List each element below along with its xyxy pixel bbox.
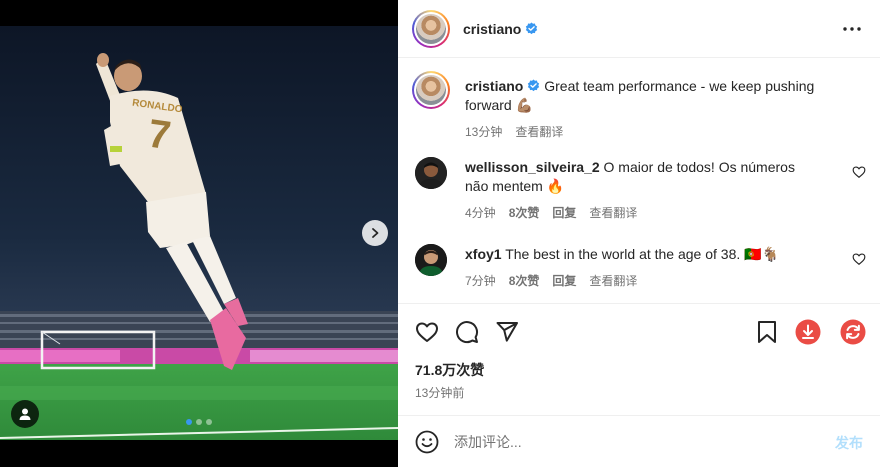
verified-badge-icon <box>528 79 540 92</box>
comments-list: cristiano Great team performance - we ke… <box>398 59 880 304</box>
comment-translate-link[interactable]: 查看翻译 <box>589 272 637 291</box>
chevron-right-icon <box>372 228 379 238</box>
comment-time[interactable]: 7分钟 <box>465 272 496 291</box>
post-photo: RONALDO 7 <box>0 26 398 440</box>
refresh-icon <box>840 319 866 345</box>
comment-likes[interactable]: 8次赞 <box>509 204 540 223</box>
caption-username[interactable]: cristiano <box>465 78 523 94</box>
comment-username[interactable]: xfoy1 <box>465 246 502 262</box>
commenter-avatar[interactable] <box>415 244 447 276</box>
commenter-avatar[interactable] <box>415 157 447 189</box>
comment-bubble-icon <box>456 321 479 344</box>
like-button[interactable] <box>413 318 441 346</box>
comment-like-heart-icon[interactable] <box>852 165 866 179</box>
heart-icon <box>416 322 438 342</box>
author-username[interactable]: cristiano <box>463 21 521 37</box>
caption-translate-link[interactable]: 查看翻译 <box>515 123 563 142</box>
post-details-panel: cristiano cristiano Great team performan… <box>398 0 880 467</box>
comment-time[interactable]: 4分钟 <box>465 204 496 223</box>
carousel-dot <box>186 419 192 425</box>
author-avatar[interactable] <box>412 9 450 48</box>
carousel-indicator <box>186 419 212 425</box>
comment-reply-button[interactable]: 回复 <box>552 204 576 223</box>
comment-translate-link[interactable]: 查看翻译 <box>589 204 637 223</box>
post-header: cristiano <box>398 0 880 58</box>
post-timestamp[interactable]: 13分钟前 <box>415 384 464 401</box>
bookmark-icon <box>758 321 776 343</box>
add-comment-bar: 发布 <box>398 415 880 467</box>
save-button[interactable] <box>753 318 781 346</box>
post-media-panel: RONALDO 7 <box>0 0 398 467</box>
tagged-users-button[interactable] <box>11 400 39 428</box>
comment-button[interactable] <box>453 318 481 346</box>
post-comment-button[interactable]: 发布 <box>835 433 863 453</box>
comment-reply-button[interactable]: 回复 <box>552 272 576 291</box>
likes-count[interactable]: 71.8万次赞 <box>415 360 484 380</box>
refresh-button[interactable] <box>839 318 867 346</box>
more-options-button[interactable] <box>842 21 862 37</box>
carousel-dot <box>196 419 202 425</box>
share-button[interactable] <box>493 318 521 346</box>
download-button[interactable] <box>794 318 822 346</box>
more-horizontal-icon <box>843 27 861 31</box>
caption-time[interactable]: 13分钟 <box>465 123 502 142</box>
verified-badge-icon <box>526 22 538 35</box>
instagram-post-modal: RONALDO 7 cristiano cristiano Great team… <box>0 0 880 467</box>
comment-username[interactable]: wellisson_silveira_2 <box>465 159 600 175</box>
caption-author-avatar[interactable] <box>412 71 450 109</box>
paper-plane-icon <box>496 322 518 342</box>
download-icon <box>795 319 821 345</box>
comment-like-heart-icon[interactable] <box>852 252 866 266</box>
post-action-bar <box>398 312 880 352</box>
comment-input[interactable] <box>454 431 814 453</box>
carousel-dot <box>206 419 212 425</box>
user-tag-icon <box>19 408 31 420</box>
comment-text: The best in the world at the age of 38. … <box>505 246 780 262</box>
comment-likes[interactable]: 8次赞 <box>509 272 540 291</box>
emoji-smile-icon[interactable] <box>415 430 439 454</box>
carousel-next-button[interactable] <box>362 220 388 246</box>
